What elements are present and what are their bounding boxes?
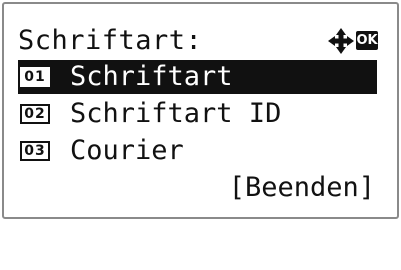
menu-item-1[interactable]: 01 Schriftart: [18, 60, 377, 94]
exit-button[interactable]: [Beenden]: [229, 171, 375, 205]
menu-item-2[interactable]: 02 Schriftart ID: [18, 97, 377, 131]
four-way-arrows-icon: [328, 28, 354, 54]
menu-item-label: Schriftart ID: [70, 98, 282, 129]
navigation-indicator: OK: [326, 26, 380, 56]
screen-title: Schriftart:: [18, 25, 203, 56]
ok-icon: OK: [356, 31, 378, 50]
menu-item-number: 01: [20, 67, 50, 87]
menu-item-label: Courier: [70, 135, 184, 166]
menu-item-number: 02: [20, 104, 50, 124]
menu-item-label: Schriftart: [70, 61, 233, 92]
lcd-panel: Schriftart: OK 01 Schriftart 02 Schrifta…: [2, 2, 399, 219]
menu-item-number: 03: [20, 141, 50, 161]
menu-item-3[interactable]: 03 Courier: [18, 134, 377, 168]
